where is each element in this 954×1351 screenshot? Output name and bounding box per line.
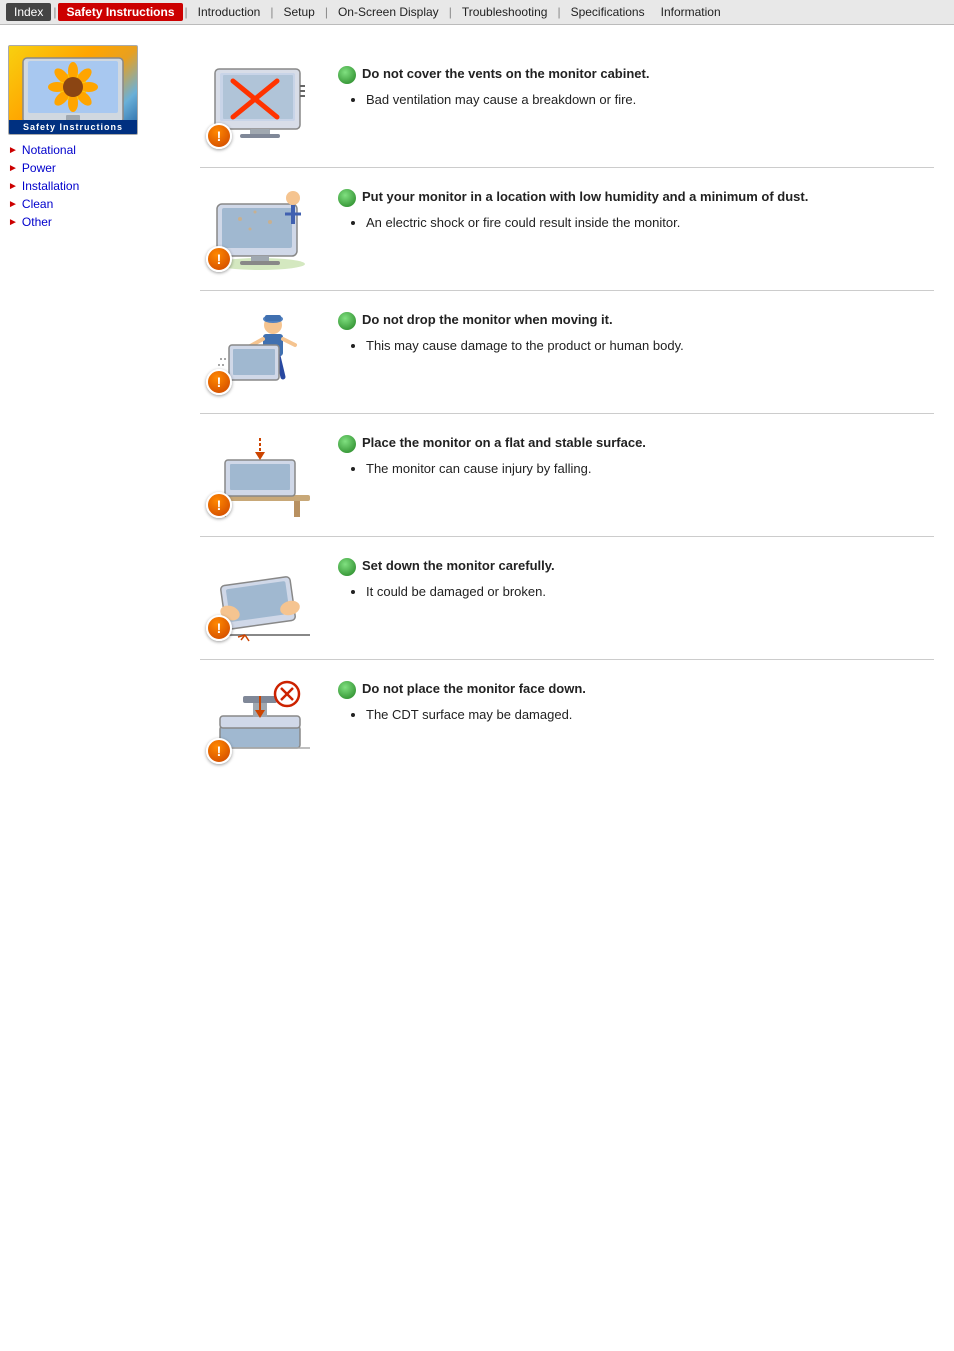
nav-index[interactable]: Index [6,3,51,21]
bullet-3-1: This may cause damage to the product or … [366,336,934,356]
instruction-block-4: ! Place the monitor on a flat and stable… [200,414,934,537]
arrow-icon-power: ► [8,163,18,174]
bullet-1-1: Bad ventilation may cause a breakdown or… [366,90,934,110]
nav-sep-6: | [555,5,562,19]
text-block-4: Place the monitor on a flat and stable s… [338,430,934,479]
nav-sep-3: | [268,5,275,19]
sidebar-label-other: Other [22,215,52,229]
nav-sep-5: | [447,5,454,19]
sidebar-item-notational[interactable]: ► Notational [8,141,182,159]
sidebar-item-clean[interactable]: ► Clean [8,195,182,213]
nav-specs[interactable]: Specifications [563,3,653,21]
bullet-5-1: It could be damaged or broken. [366,582,934,602]
instruction-bullets-6: The CDT surface may be damaged. [366,705,934,725]
nav-osd[interactable]: On-Screen Display [330,3,447,21]
text-block-1: Do not cover the vents on the monitor ca… [338,61,934,110]
bullet-4-1: The monitor can cause injury by falling. [366,459,934,479]
illus-wrap-3: ! [200,307,320,397]
green-dot-2 [338,189,356,207]
instruction-block-1: ! Do not cover the vents on the monitor … [200,45,934,168]
instruction-block-5: ! Set down the monitor carefully. It cou… [200,537,934,660]
instruction-title-6: Do not place the monitor face down. [338,680,934,699]
sunflower-icon [18,53,128,128]
text-block-6: Do not place the monitor face down. The … [338,676,934,725]
text-block-2: Put your monitor in a location with low … [338,184,934,233]
nav-sep-4: | [323,5,330,19]
main-content: ! Do not cover the vents on the monitor … [190,35,954,792]
illus-wrap-6: ! [200,676,320,766]
instruction-bullets-4: The monitor can cause injury by falling. [366,459,934,479]
nav-setup[interactable]: Setup [275,3,322,21]
instruction-title-text-6: Do not place the monitor face down. [362,680,586,698]
instruction-title-text-1: Do not cover the vents on the monitor ca… [362,65,649,83]
text-block-5: Set down the monitor carefully. It could… [338,553,934,602]
sidebar-label-notational: Notational [22,143,76,157]
green-dot-5 [338,558,356,576]
instruction-title-text-2: Put your monitor in a location with low … [362,188,808,206]
sidebar-item-other[interactable]: ► Other [8,213,182,231]
instruction-title-5: Set down the monitor carefully. [338,557,934,576]
green-dot-6 [338,681,356,699]
warning-badge-3: ! [206,369,232,395]
bullet-6-1: The CDT surface may be damaged. [366,705,934,725]
nav-introduction[interactable]: Introduction [190,3,269,21]
instruction-bullets-2: An electric shock or fire could result i… [366,213,934,233]
instruction-title-4: Place the monitor on a flat and stable s… [338,434,934,453]
warning-badge-4: ! [206,492,232,518]
sidebar-logo: Safety Instructions [8,45,138,135]
illus-wrap-1: ! [200,61,320,151]
nav-sep-2: | [183,5,190,19]
navbar: Index | Safety Instructions | Introducti… [0,0,954,25]
illus-wrap-5: ! [200,553,320,643]
main-layout: Safety Instructions ► Notational ► Power… [0,25,954,792]
arrow-icon-clean: ► [8,199,18,210]
warning-badge-6: ! [206,738,232,764]
nav-sep-1: | [51,5,58,19]
instruction-bullets-3: This may cause damage to the product or … [366,336,934,356]
instruction-title-1: Do not cover the vents on the monitor ca… [338,65,934,84]
green-dot-3 [338,312,356,330]
sidebar-item-installation[interactable]: ► Installation [8,177,182,195]
sidebar-logo-bar: Safety Instructions [9,120,137,134]
green-dot-4 [338,435,356,453]
warning-badge-2: ! [206,246,232,272]
nav-troubleshooting[interactable]: Troubleshooting [454,3,556,21]
instruction-title-text-3: Do not drop the monitor when moving it. [362,311,613,329]
instruction-bullets-1: Bad ventilation may cause a breakdown or… [366,90,934,110]
green-dot-1 [338,66,356,84]
instruction-block-6: ! Do not place the monitor face down. Th… [200,660,934,782]
instruction-block-3: ! Do not drop the monitor when moving it… [200,291,934,414]
illus-wrap-2: ! [200,184,320,274]
warning-badge-1: ! [206,123,232,149]
instruction-title-text-4: Place the monitor on a flat and stable s… [362,434,646,452]
instruction-bullets-5: It could be damaged or broken. [366,582,934,602]
sidebar-label-power: Power [22,161,56,175]
arrow-icon-installation: ► [8,181,18,192]
sidebar-item-power[interactable]: ► Power [8,159,182,177]
instruction-title-3: Do not drop the monitor when moving it. [338,311,934,330]
sidebar-label-installation: Installation [22,179,79,193]
instruction-block-2: ! Put your monitor in a location with lo… [200,168,934,291]
arrow-icon-notational: ► [8,145,18,156]
nav-safety[interactable]: Safety Instructions [58,3,182,21]
bullet-2-1: An electric shock or fire could result i… [366,213,934,233]
warning-badge-5: ! [206,615,232,641]
sidebar: Safety Instructions ► Notational ► Power… [0,35,190,792]
instruction-title-2: Put your monitor in a location with low … [338,188,934,207]
nav-info[interactable]: Information [653,3,729,21]
arrow-icon-other: ► [8,217,18,228]
sidebar-nav: ► Notational ► Power ► Installation ► Cl… [8,141,182,231]
text-block-3: Do not drop the monitor when moving it. … [338,307,934,356]
instruction-title-text-5: Set down the monitor carefully. [362,557,555,575]
sidebar-label-clean: Clean [22,197,53,211]
illus-wrap-4: ! [200,430,320,520]
